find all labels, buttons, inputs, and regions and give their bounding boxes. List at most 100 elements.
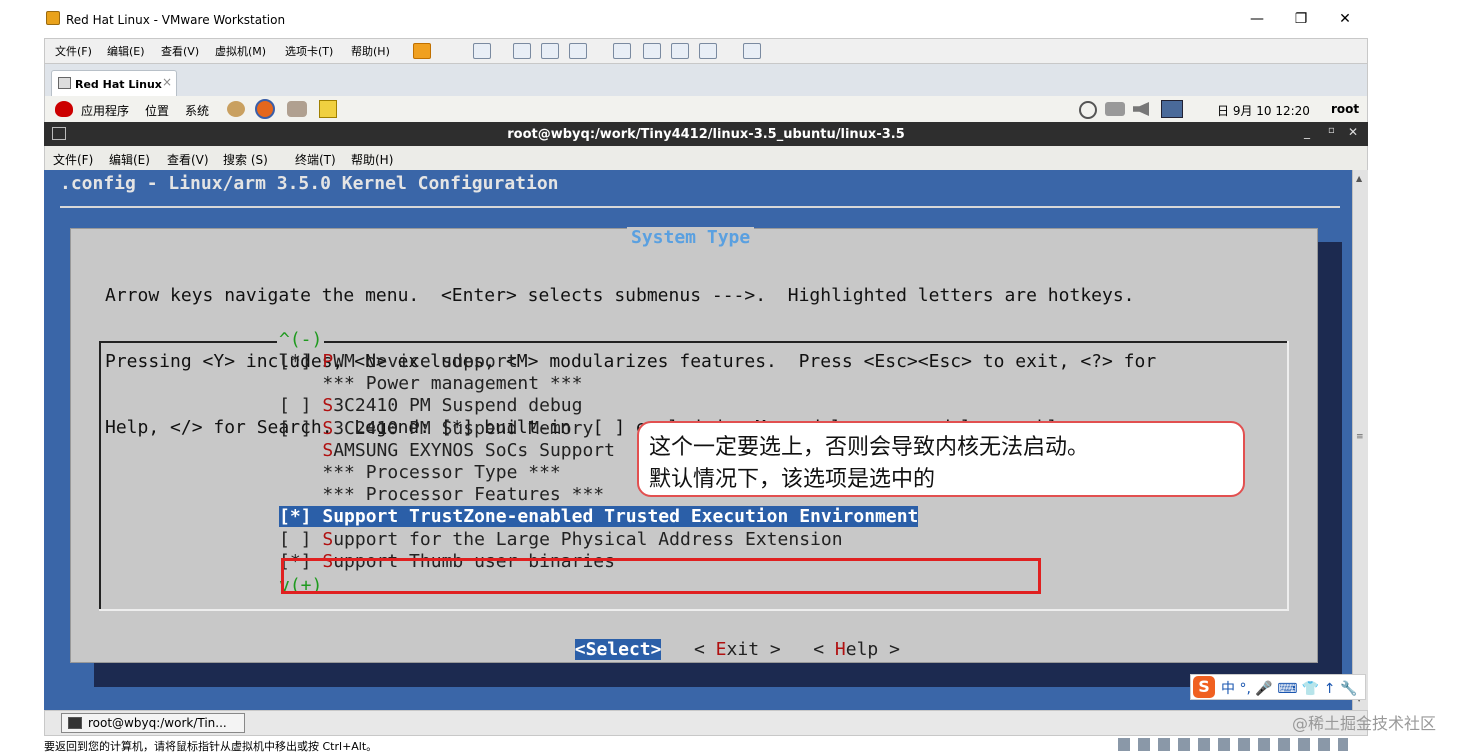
gnome-applications-menu[interactable]: 应用程序 <box>81 102 129 119</box>
menu-item[interactable]: [ ] S3C2410 PM Suspend debug <box>279 395 582 417</box>
exit-hotkey: E <box>715 639 727 660</box>
help-button-bracket: < <box>813 639 835 660</box>
menu-item[interactable]: [ ] Support for the Large Physical Addre… <box>279 529 843 551</box>
menu-item-prefix: [ ] <box>279 528 323 550</box>
device-status-icons[interactable] <box>1118 738 1348 751</box>
menu-help[interactable]: 帮助(H) <box>351 43 390 59</box>
callout-line-1: 这个一定要选上，否则会导致内核无法启动。 <box>649 435 1090 460</box>
search-tool-icon[interactable] <box>227 101 245 117</box>
scrollbar-grip-icon[interactable]: ≡ <box>1356 432 1364 442</box>
fullscreen-icon[interactable] <box>671 43 689 59</box>
notes-icon[interactable] <box>319 100 337 118</box>
menu-vm[interactable]: 虚拟机(M) <box>215 43 266 59</box>
gnome-system-menu[interactable]: 系统 <box>185 102 209 119</box>
revert-snapshot-icon[interactable] <box>541 43 559 59</box>
menu-item[interactable]: *** Power management *** <box>279 373 582 395</box>
exit-button-label: xit > <box>726 639 781 660</box>
menu-item-label: 3C2410 PM Suspend debug <box>333 395 583 417</box>
status-hint: 要返回到您的计算机，请将鼠标指针从虚拟机中移出或按 Ctrl+Alt。 <box>44 740 378 753</box>
vm-titlebar: Red Hat Linux - VMware Workstation — ❐ ✕ <box>0 0 1458 38</box>
menu-item[interactable]: [ ] S3C2410 PM Suspend Memory <box>279 418 593 440</box>
terminal-minimize-button[interactable]: _ <box>1304 125 1310 139</box>
minimize-button[interactable]: — <box>1240 8 1274 30</box>
pause-icon[interactable] <box>413 43 431 59</box>
console-view-icon[interactable] <box>643 43 661 59</box>
menu-item-prefix <box>279 373 322 394</box>
redhat-logo-icon <box>55 101 73 117</box>
sogou-logo-icon: S <box>1193 676 1215 698</box>
ime-status-icons[interactable]: 中 °, 🎤 ⌨ 👕 ↑ 🔧 <box>1221 678 1357 698</box>
window-title: Red Hat Linux - VMware Workstation <box>66 13 286 27</box>
menu-item-label: *** Processor Features *** <box>322 484 605 506</box>
help-line: Pressing <Y> includes, <N> excludes, <M>… <box>105 351 1157 372</box>
help-line: Arrow keys navigate the menu. <Enter> se… <box>105 285 1135 306</box>
network-icon[interactable] <box>1105 102 1125 116</box>
config-title: .config - Linux/arm 3.5.0 Kernel Configu… <box>60 173 559 194</box>
menu-item-hotkey: S <box>322 417 334 439</box>
manage-snapshots-icon[interactable] <box>569 43 587 59</box>
menu-item[interactable]: *** Processor Features *** <box>279 484 604 506</box>
view-options-icon[interactable] <box>743 43 761 59</box>
terminal-scrollbar[interactable]: ▲ ≡ ▼ <box>1352 170 1368 710</box>
mail-icon[interactable] <box>287 101 307 117</box>
snapshot-icon[interactable] <box>513 43 531 59</box>
volume-icon[interactable] <box>1133 102 1149 116</box>
menu-item-hotkey: S <box>322 528 334 550</box>
terminal-titlebar: root@wbyq:/work/Tiny4412/linux-3.5_ubunt… <box>44 122 1368 146</box>
tab-red-hat-linux[interactable]: Red Hat Linux × <box>51 70 177 96</box>
close-button[interactable]: ✕ <box>1328 8 1362 30</box>
menu-item[interactable]: *** Processor Type *** <box>279 462 561 484</box>
terminal-menu-edit[interactable]: 编辑(E) <box>109 151 150 168</box>
annotation-callout: 这个一定要选上，否则会导致内核无法启动。 默认情况下，该选项是选中的 <box>637 421 1245 497</box>
display-icon[interactable] <box>1161 100 1183 118</box>
select-button[interactable]: <Select> <box>574 639 662 660</box>
menu-item-label: 3C2410 PM Suspend Memory <box>333 417 594 439</box>
dialog-buttons: <Select> < Exit > < Help > <box>71 617 1317 683</box>
scroll-up-arrow-icon[interactable]: ▲ <box>1356 174 1362 183</box>
library-icon[interactable] <box>613 43 631 59</box>
restore-button[interactable]: ❐ <box>1284 8 1318 30</box>
menu-frame-right <box>1287 341 1289 609</box>
menu-edit[interactable]: 编辑(E) <box>107 43 145 59</box>
send-keys-icon[interactable] <box>473 43 491 59</box>
menu-item-prefix: [*] <box>279 506 323 528</box>
terminal-screen[interactable]: .config - Linux/arm 3.5.0 Kernel Configu… <box>44 170 1352 710</box>
terminal-menubar: 文件(F) 编辑(E) 查看(V) 搜索 (S) 终端(T) 帮助(H) <box>44 146 1368 170</box>
guest-taskbar: root@wbyq:/work/Tin... <box>44 710 1368 736</box>
gnome-username[interactable]: root <box>1331 102 1359 116</box>
menu-item-prefix <box>279 462 322 483</box>
terminal-maximize-button[interactable]: ▫ <box>1328 125 1335 136</box>
terminal-menu-search[interactable]: 搜索 (S) <box>223 151 268 168</box>
scroll-up-indicator: ^(-) <box>277 329 325 351</box>
terminal-menu-view[interactable]: 查看(V) <box>167 151 209 168</box>
terminal-menu-help[interactable]: 帮助(H) <box>351 151 393 168</box>
clock-applet-icon[interactable] <box>1079 101 1097 119</box>
menu-item-hotkey: P <box>322 351 334 372</box>
taskbar-terminal-item[interactable]: root@wbyq:/work/Tin... <box>61 713 245 733</box>
menu-view[interactable]: 查看(V) <box>161 43 199 59</box>
gnome-datetime[interactable]: 日 9月 10 12:20 <box>1217 102 1310 119</box>
menu-item-hotkey: S <box>322 395 334 417</box>
menu-item-prefix: [ ] <box>279 395 323 417</box>
menu-tabs[interactable]: 选项卡(T) <box>285 43 333 59</box>
firefox-icon[interactable] <box>255 99 275 119</box>
gnome-places-menu[interactable]: 位置 <box>145 102 169 119</box>
callout-line-2: 默认情况下，该选项是选中的 <box>649 467 936 492</box>
menu-item[interactable]: SAMSUNG EXYNOS SoCs Support ---> <box>279 440 680 462</box>
help-button[interactable]: < Help > <box>813 639 900 660</box>
menu-item-label: *** Processor Type *** <box>322 462 561 483</box>
terminal-menu-file[interactable]: 文件(F) <box>53 151 93 168</box>
watermark: @稀土掘金技术社区 <box>1292 714 1437 733</box>
ime-toolbar[interactable]: S 中 °, 🎤 ⌨ 👕 ↑ 🔧 <box>1190 674 1366 700</box>
system-type-dialog: System Type Arrow keys navigate the menu… <box>70 227 1318 663</box>
terminal-menu-terminal[interactable]: 终端(T) <box>295 151 336 168</box>
tab-close-icon[interactable]: × <box>162 75 172 89</box>
menu-item-prefix: [ ] <box>279 417 323 439</box>
menu-frame-bottom <box>99 609 1289 611</box>
menu-item[interactable]: [*] PWM device support <box>279 351 517 373</box>
menu-item[interactable]: [*] Support TrustZone-enabled Trusted Ex… <box>279 506 919 528</box>
menu-file[interactable]: 文件(F) <box>55 43 92 59</box>
unity-icon[interactable] <box>699 43 717 59</box>
terminal-close-button[interactable]: ✕ <box>1348 125 1358 139</box>
exit-button[interactable]: < Exit > <box>694 639 781 660</box>
